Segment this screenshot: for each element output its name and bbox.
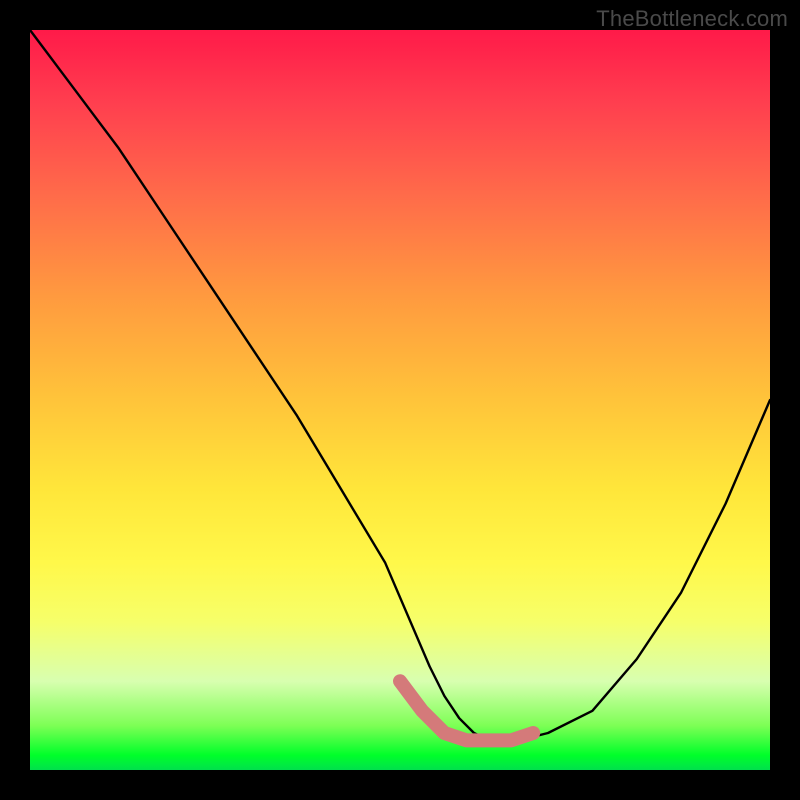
bottleneck-curve xyxy=(30,30,770,740)
flat-bottom-marker xyxy=(400,681,533,740)
watermark-text: TheBottleneck.com xyxy=(596,6,788,32)
chart-curves-svg xyxy=(30,30,770,770)
chart-frame: TheBottleneck.com xyxy=(0,0,800,800)
